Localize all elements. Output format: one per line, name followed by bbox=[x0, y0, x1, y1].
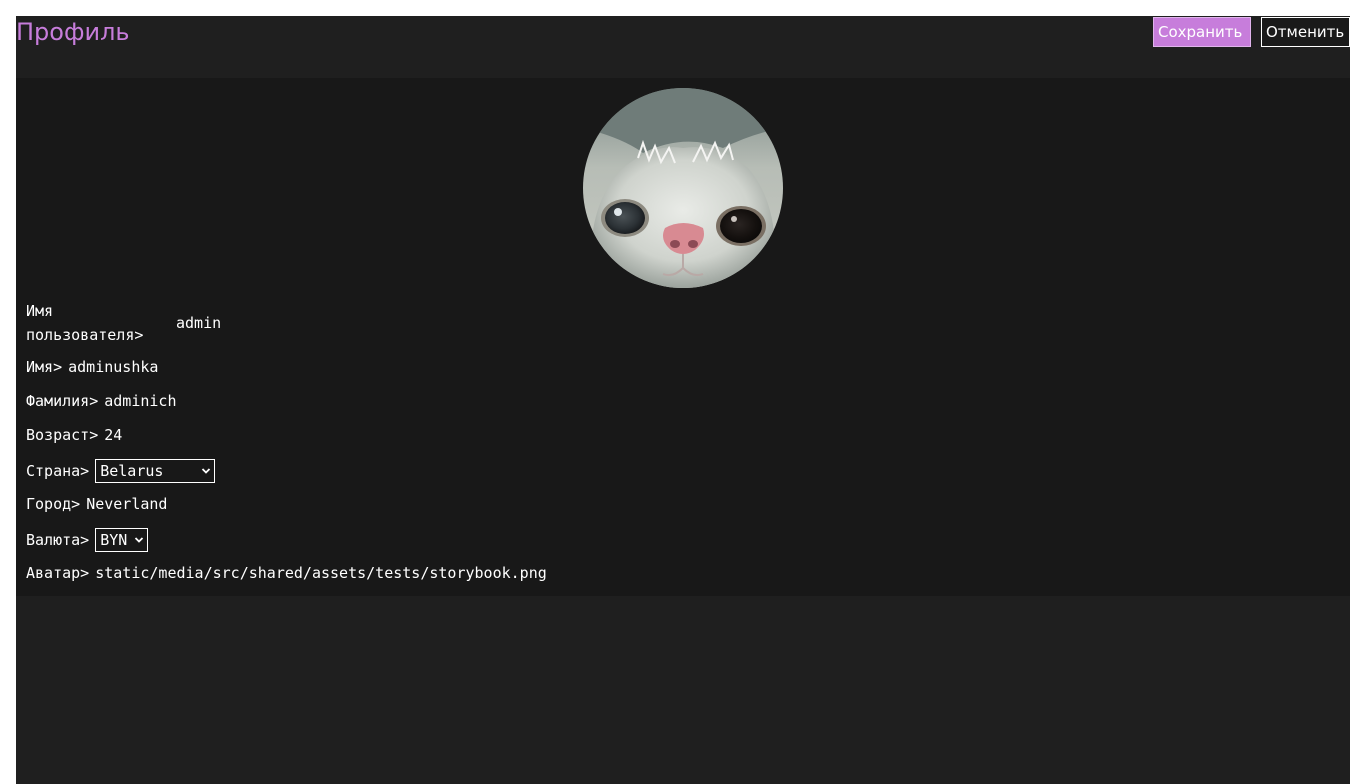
profile-header: Профиль Сохранить Отменить bbox=[16, 16, 1350, 78]
country-label: Страна> bbox=[26, 462, 90, 480]
profile-page: Профиль Сохранить Отменить Имя пользоват… bbox=[16, 16, 1350, 784]
currency-select[interactable]: BYN bbox=[95, 528, 149, 552]
age-row: Возраст> 24 bbox=[26, 425, 122, 445]
avatar-url-field[interactable]: static/media/src/shared/assets/tests/sto… bbox=[95, 564, 547, 582]
first-name-field[interactable]: adminushka bbox=[68, 358, 158, 376]
avatar-row: Аватар> static/media/src/shared/assets/t… bbox=[26, 563, 547, 583]
currency-label: Валюта> bbox=[26, 531, 90, 549]
profile-card: Имя пользователя> admin Имя> adminushka … bbox=[16, 78, 1350, 596]
last-name-field[interactable]: adminich bbox=[104, 392, 176, 410]
username-value[interactable]: admin bbox=[176, 314, 221, 332]
avatar-label: Аватар> bbox=[26, 564, 90, 582]
last-name-label: Фамилия> bbox=[26, 392, 99, 410]
save-button[interactable]: Сохранить bbox=[1153, 17, 1251, 47]
avatar bbox=[583, 88, 783, 288]
country-select-value: Belarus bbox=[100, 462, 164, 480]
chevron-down-icon bbox=[202, 468, 211, 474]
currency-select-value: BYN bbox=[100, 531, 128, 549]
currency-row: Валюта> BYN bbox=[26, 527, 149, 553]
username-label: Имя пользователя> bbox=[26, 302, 144, 344]
first-name-row: Имя> adminushka bbox=[26, 357, 158, 377]
cancel-button[interactable]: Отменить bbox=[1261, 17, 1350, 47]
page-title: Профиль bbox=[16, 18, 130, 46]
country-row: Страна> Belarus bbox=[26, 458, 216, 484]
first-name-label: Имя> bbox=[26, 358, 63, 376]
username-row: Имя пользователя> admin bbox=[26, 298, 221, 348]
city-label: Город> bbox=[26, 495, 81, 513]
country-select[interactable]: Belarus bbox=[95, 459, 216, 483]
age-field[interactable]: 24 bbox=[104, 426, 122, 444]
age-label: Возраст> bbox=[26, 426, 99, 444]
chevron-down-icon bbox=[135, 537, 144, 543]
last-name-row: Фамилия> adminich bbox=[26, 391, 177, 411]
cat-avatar-image bbox=[583, 88, 783, 288]
city-row: Город> Neverland bbox=[26, 494, 167, 514]
city-field[interactable]: Neverland bbox=[86, 495, 167, 513]
